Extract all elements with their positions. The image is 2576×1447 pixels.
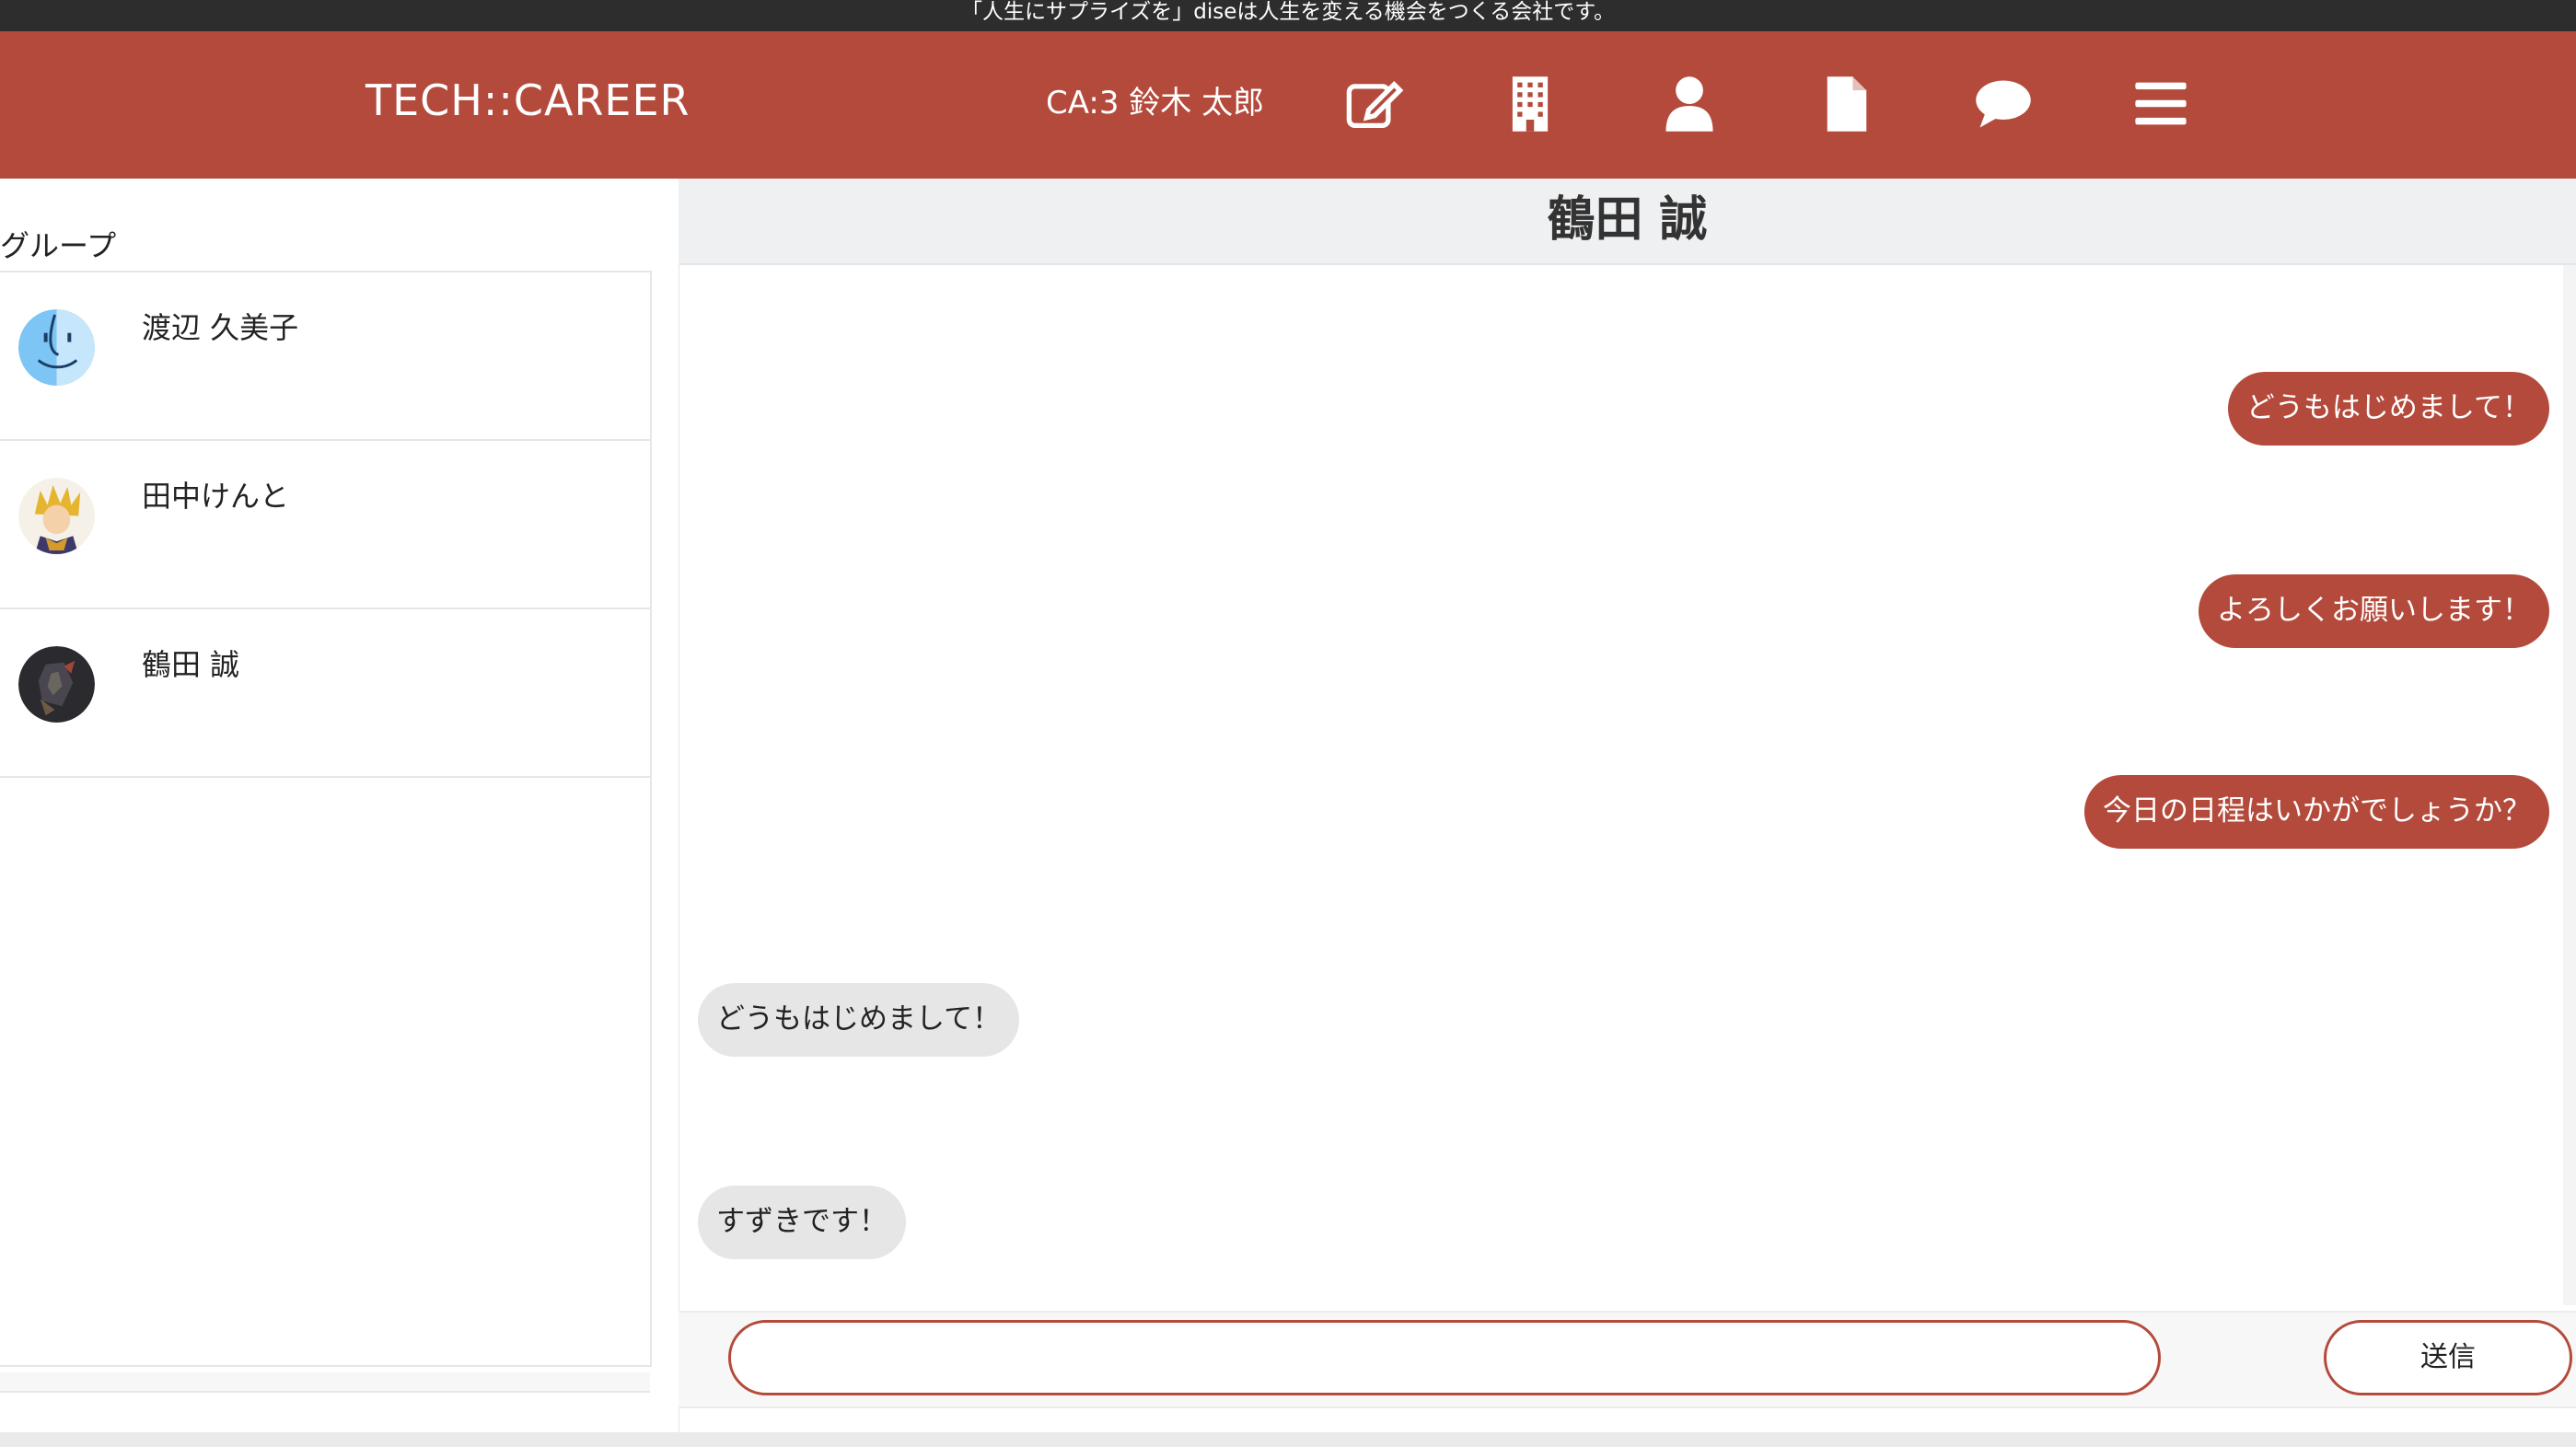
list-item[interactable]: 田中けんと (0, 441, 650, 609)
message-scrollbar[interactable] (2563, 265, 2576, 1305)
edit-icon[interactable] (1333, 63, 1416, 145)
menu-icon[interactable] (2119, 63, 2202, 145)
outgoing-message: どうもはじめまして！ (2227, 372, 2549, 446)
dark-photo-avatar (18, 646, 95, 723)
document-icon[interactable] (1805, 63, 1888, 145)
chat-panel: 鶴田 誠 どうもはじめまして！ よろしくお願いします！ 今日の日程はいかがでしょ… (679, 179, 2576, 1432)
announcement-text: 「人生にサプライズを」diseは人生を変える機会をつくる会社です。 (961, 0, 1615, 24)
message-input[interactable] (728, 1320, 2161, 1395)
list-item[interactable]: 鶴田 誠 (0, 609, 650, 778)
anime-character-avatar (18, 478, 95, 554)
list-item[interactable]: 渡辺 久美子 (0, 272, 650, 441)
group-list-title: グループ (0, 228, 117, 263)
outgoing-message: 今日の日程はいかがでしょうか？ (2084, 775, 2549, 849)
chat-header: 鶴田 誠 (679, 179, 2576, 265)
building-icon[interactable] (1489, 63, 1572, 145)
list-item-name: 渡辺 久美子 (142, 310, 299, 345)
outgoing-message: よろしくお願いします！ (2199, 574, 2549, 648)
chat-partner-name: 鶴田 誠 (1547, 192, 1708, 248)
list-item-name: 田中けんと (142, 479, 290, 514)
incoming-message: すずきです！ (698, 1186, 906, 1259)
avatar (18, 478, 95, 554)
avatar (18, 646, 95, 723)
app-logo[interactable]: TECH::CAREER (366, 74, 690, 127)
send-button[interactable]: 送信 (2324, 1320, 2572, 1395)
message-list: どうもはじめまして！ よろしくお願いします！ 今日の日程はいかがでしょうか？ ど… (679, 265, 2576, 1305)
app-header: TECH::CAREER CA:3 鈴木 太郎 (0, 31, 2576, 179)
list-item-name: 鶴田 誠 (142, 647, 240, 682)
incoming-message: どうもはじめまして！ (698, 983, 1020, 1057)
avatar (18, 309, 95, 386)
current-user-label: CA:3 鈴木 太郎 (1046, 85, 1265, 122)
message-composer: 送信 (679, 1311, 2576, 1408)
finder-face-avatar (18, 309, 95, 386)
top-announcement-bar: 「人生にサプライズを」diseは人生を変える機会をつくる会社です。 (0, 0, 2576, 31)
group-sidebar: グループ 渡辺 久美子 田中けんと 鶴田 誠 (0, 179, 679, 1432)
user-icon[interactable] (1648, 63, 1731, 145)
group-list: 渡辺 久美子 田中けんと 鶴田 誠 (0, 271, 652, 1367)
horizontal-scrollbar[interactable] (0, 1432, 2576, 1447)
sidebar-footer-strip (0, 1372, 650, 1393)
chat-icon[interactable] (1962, 63, 2045, 145)
